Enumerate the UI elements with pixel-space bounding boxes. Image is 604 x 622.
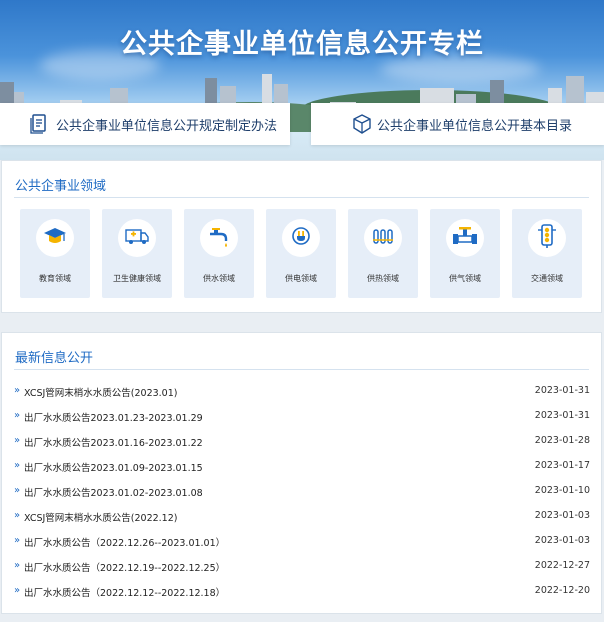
traffic-light-icon xyxy=(536,224,558,252)
news-title[interactable]: XCSJ管网末梢水水质公告(2023.01) xyxy=(24,385,177,399)
chevron-right-icon: » xyxy=(14,585,21,596)
news-panel: 最新信息公开 » XCSJ管网末梢水水质公告(2023.01) 2023-01-… xyxy=(1,332,602,614)
regulation-link-button[interactable]: 公共企事业单位信息公开规定制定办法 xyxy=(0,103,290,145)
divider xyxy=(14,369,589,370)
news-item[interactable]: » 出厂水水质公告（2022.12.12--2022.12.18） 2022-1… xyxy=(14,583,590,601)
divider xyxy=(14,197,589,198)
water-tap-icon xyxy=(207,225,231,251)
icon-circle xyxy=(528,219,566,257)
news-title[interactable]: 出厂水水质公告2023.01.23-2023.01.29 xyxy=(24,410,203,424)
news-title[interactable]: 出厂水水质公告2023.01.16-2023.01.22 xyxy=(24,435,203,449)
icon-circle xyxy=(446,219,484,257)
field-label: 供热领域 xyxy=(367,274,399,283)
news-title[interactable]: 出厂水水质公告2023.01.09-2023.01.15 xyxy=(24,460,203,474)
page-title: 公共企事业单位信息公开专栏 xyxy=(120,29,484,60)
news-date: 2023-01-28 xyxy=(534,435,590,446)
news-title[interactable]: 出厂水水质公告（2022.12.26--2023.01.01） xyxy=(24,535,225,549)
news-date: 2023-01-03 xyxy=(534,535,590,546)
field-label: 卫生健康领域 xyxy=(113,274,161,283)
chevron-right-icon: » xyxy=(14,485,21,496)
document-icon xyxy=(30,114,48,134)
news-item[interactable]: » 出厂水水质公告2023.01.23-2023.01.29 2023-01-3… xyxy=(14,408,590,426)
news-item[interactable]: » XCSJ管网末梢水水质公告(2022.12) 2023-01-03 xyxy=(14,508,590,526)
icon-circle xyxy=(364,219,402,257)
field-card-health[interactable]: 卫生健康领域 xyxy=(102,209,172,298)
news-item[interactable]: » 出厂水水质公告（2022.12.19--2022.12.25） 2022-1… xyxy=(14,558,590,576)
field-label: 交通领域 xyxy=(531,274,563,283)
power-plug-icon xyxy=(290,225,312,251)
news-title[interactable]: XCSJ管网末梢水水质公告(2022.12) xyxy=(24,510,177,524)
news-item[interactable]: » 出厂水水质公告（2022.12.26--2023.01.01） 2023-0… xyxy=(14,533,590,551)
graduation-cap-icon xyxy=(43,225,67,251)
regulation-link-label: 公共企事业单位信息公开规定制定办法 xyxy=(56,118,278,134)
chevron-right-icon: » xyxy=(14,435,21,446)
catalog-link-button[interactable]: 公共企事业单位信息公开基本目录 xyxy=(311,103,604,145)
icon-circle xyxy=(200,219,238,257)
field-label: 供电领域 xyxy=(285,274,317,283)
chevron-right-icon: » xyxy=(14,510,21,521)
field-label: 教育领域 xyxy=(39,274,71,283)
news-date: 2022-12-20 xyxy=(534,585,590,596)
field-label: 供水领域 xyxy=(203,274,235,283)
chevron-right-icon: » xyxy=(14,460,21,471)
icon-circle xyxy=(282,219,320,257)
news-date: 2023-01-31 xyxy=(534,385,590,396)
field-card-water[interactable]: 供水领域 xyxy=(184,209,254,298)
field-card-traffic[interactable]: 交通领域 xyxy=(512,209,582,298)
field-card-education[interactable]: 教育领域 xyxy=(20,209,90,298)
news-item[interactable]: » 出厂水水质公告2023.01.02-2023.01.08 2023-01-1… xyxy=(14,483,590,501)
icon-circle xyxy=(118,219,156,257)
news-date: 2023-01-17 xyxy=(534,460,590,471)
field-card-heating[interactable]: 供热领域 xyxy=(348,209,418,298)
chevron-right-icon: » xyxy=(14,560,21,571)
news-item[interactable]: » 出厂水水质公告2023.01.16-2023.01.22 2023-01-2… xyxy=(14,433,590,451)
fields-panel: 公共企事业领域 教育领域 卫生健康领域 供水领域 供电领域 供热领域 供气领域 … xyxy=(1,160,602,313)
news-title[interactable]: 出厂水水质公告（2022.12.19--2022.12.25） xyxy=(24,560,225,574)
field-card-gas[interactable]: 供气领域 xyxy=(430,209,500,298)
cube-icon xyxy=(353,114,371,134)
catalog-link-label: 公共企事业单位信息公开基本目录 xyxy=(377,118,573,134)
news-panel-title: 最新信息公开 xyxy=(15,351,94,366)
radiator-icon xyxy=(371,225,395,251)
news-title[interactable]: 出厂水水质公告2023.01.02-2023.01.08 xyxy=(24,485,203,499)
fields-panel-title: 公共企事业领域 xyxy=(15,179,107,194)
news-date: 2023-01-10 xyxy=(534,485,590,496)
news-title[interactable]: 出厂水水质公告（2022.12.12--2022.12.18） xyxy=(24,585,225,599)
chevron-right-icon: » xyxy=(14,385,21,396)
news-date: 2023-01-03 xyxy=(534,510,590,521)
news-date: 2022-12-27 xyxy=(534,560,590,571)
news-item[interactable]: » XCSJ管网末梢水水质公告(2023.01) 2023-01-31 xyxy=(14,383,590,401)
news-item[interactable]: » 出厂水水质公告2023.01.09-2023.01.15 2023-01-1… xyxy=(14,458,590,476)
field-card-power[interactable]: 供电领域 xyxy=(266,209,336,298)
ambulance-icon xyxy=(124,225,150,251)
gas-valve-icon xyxy=(452,225,478,251)
field-label: 供气领域 xyxy=(449,274,481,283)
chevron-right-icon: » xyxy=(14,410,21,421)
news-date: 2023-01-31 xyxy=(534,410,590,421)
icon-circle xyxy=(36,219,74,257)
chevron-right-icon: » xyxy=(14,535,21,546)
